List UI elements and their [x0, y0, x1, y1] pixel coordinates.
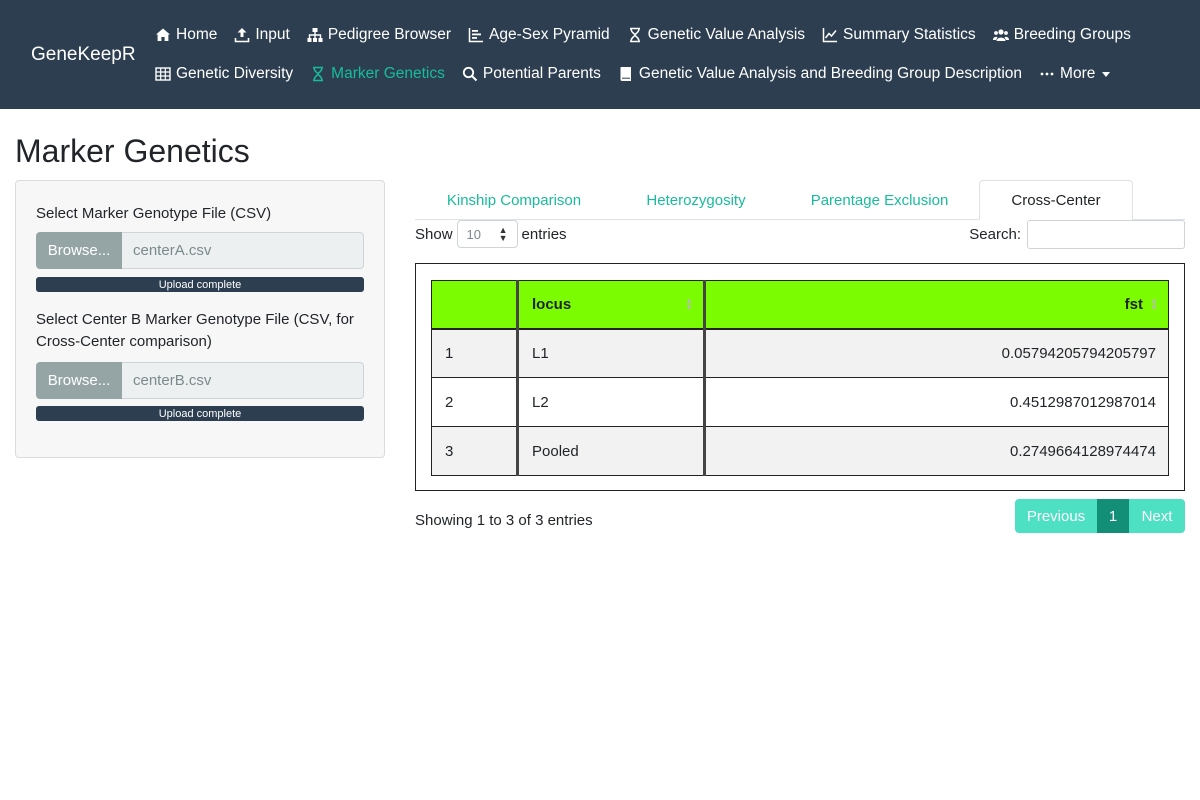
center-b-file-label-line1: Select Center B Marker Genotype File (CS…	[36, 311, 354, 328]
entries-select[interactable]: 10 ▲ ▼	[456, 220, 518, 248]
center-b-file-input[interactable]: Browse... centerB.csv	[36, 362, 364, 399]
tab-kinship-comparison[interactable]: Kinship Comparison	[415, 180, 613, 220]
page-title: Marker Genetics	[15, 133, 250, 169]
nav-summary-statistics-label: Summary Statistics	[843, 26, 976, 43]
table-container: locus ▲ ▼ fst ▲ ▼ 1 L1 0.05794205794205797…	[415, 263, 1185, 491]
sort-icon: ▲ ▼	[685, 296, 693, 312]
pagination: Previous 1 Next	[1015, 499, 1185, 533]
upload-progress-bar: Upload complete	[36, 406, 364, 421]
upload-status: Upload complete	[158, 407, 242, 420]
table-icon	[155, 66, 171, 82]
nav-breeding-groups-label: Breeding Groups	[1013, 26, 1131, 43]
navbar: GeneKeepR Home Input Pedigree Browser Ag…	[0, 0, 1200, 109]
users-icon	[992, 27, 1009, 43]
nav-potential-parents-label: Potential Parents	[482, 65, 601, 82]
browse-button[interactable]: Browse...	[36, 362, 122, 399]
nav-more-dropdown[interactable]: More	[1039, 64, 1111, 84]
tab-parentage-exclusion[interactable]: Parentage Exclusion	[787, 180, 972, 220]
sitemap-icon	[307, 27, 323, 43]
nav-marker-genetics-label: Marker Genetics	[331, 65, 445, 82]
center-b-file-name[interactable]: centerB.csv	[122, 362, 364, 399]
nav-genetic-value-analysis[interactable]: Genetic Value Analysis	[627, 25, 805, 45]
table-header-row: locus ▲ ▼ fst ▲ ▼	[431, 280, 1169, 330]
cell-index: 1	[431, 328, 518, 378]
nav-genetic-diversity-label: Genetic Diversity	[176, 65, 294, 82]
sidebar-panel: Select Marker Genotype File (CSV) Browse…	[15, 180, 385, 458]
center-b-file-label-line2: Cross-Center comparison)	[36, 333, 212, 350]
cell-fst: 0.05794205794205797	[703, 328, 1169, 378]
table-row[interactable]: 1 L1 0.05794205794205797	[431, 328, 1169, 378]
length-control: Show 10 ▲ ▼ entries	[415, 220, 567, 248]
nav-age-sex-pyramid[interactable]: Age-Sex Pyramid	[468, 25, 610, 45]
entries-select-value: 10	[466, 226, 481, 242]
tab-heterozygosity[interactable]: Heterozygosity	[613, 180, 779, 220]
nav-genetic-diversity[interactable]: Genetic Diversity	[155, 64, 293, 84]
sort-arrows-icon: ▲ ▼	[498, 225, 508, 243]
upload-icon	[234, 27, 250, 43]
cell-index: 2	[431, 377, 518, 427]
show-label: Show	[415, 225, 453, 243]
nav-input[interactable]: Input	[234, 25, 290, 45]
cell-locus: Pooled	[516, 426, 705, 476]
bar-chart-icon	[468, 27, 484, 43]
cell-fst: 0.4512987012987014	[703, 377, 1169, 427]
cell-locus: L2	[516, 377, 705, 427]
marker-file-name[interactable]: centerA.csv	[122, 232, 364, 269]
column-header-locus-label: locus	[532, 295, 572, 313]
marker-file-label: Select Marker Genotype File (CSV)	[36, 205, 272, 222]
results-table: locus ▲ ▼ fst ▲ ▼ 1 L1 0.05794205794205797…	[431, 280, 1169, 476]
chevron-down-icon	[1102, 71, 1111, 77]
nav-pedigree-browser-label: Pedigree Browser	[327, 26, 452, 43]
table-row[interactable]: 3 Pooled 0.2749664128974474	[431, 426, 1169, 476]
brand[interactable]: GeneKeepR	[31, 44, 136, 66]
nav-summary-statistics[interactable]: Summary Statistics	[822, 25, 976, 45]
previous-button[interactable]: Previous	[1015, 499, 1097, 533]
search-label: Search:	[969, 226, 1021, 243]
hourglass-icon	[627, 27, 643, 43]
nav-row-1: Home Input Pedigree Browser Age-Sex Pyra…	[155, 25, 1148, 45]
home-icon	[155, 27, 171, 43]
nav-potential-parents[interactable]: Potential Parents	[462, 64, 601, 84]
hourglass-icon	[310, 66, 326, 82]
entries-label: entries	[521, 225, 567, 243]
nav-breeding-groups[interactable]: Breeding Groups	[992, 25, 1131, 45]
tab-cross-center[interactable]: Cross-Center	[979, 180, 1133, 220]
search-control: Search:	[969, 220, 1185, 249]
nav-row-2: Genetic Diversity Marker Genetics Potent…	[155, 64, 1127, 84]
cell-index: 3	[431, 426, 518, 476]
next-button[interactable]: Next	[1129, 499, 1185, 533]
upload-status: Upload complete	[158, 278, 242, 291]
nav-more-label: More	[1060, 65, 1096, 82]
ellipsis-icon	[1039, 66, 1055, 82]
search-input[interactable]	[1027, 220, 1185, 249]
nav-home-label: Home	[176, 26, 218, 43]
page-1-button[interactable]: 1	[1097, 499, 1129, 533]
nav-home[interactable]: Home	[155, 25, 217, 45]
table-row[interactable]: 2 L2 0.4512987012987014	[431, 377, 1169, 427]
column-header-fst-label: fst	[1124, 295, 1143, 313]
nav-input-label: Input	[255, 26, 290, 43]
book-icon	[618, 66, 634, 82]
tab-bar: Kinship Comparison Heterozygosity Parent…	[415, 180, 1185, 220]
nav-gva-breeding-group-description[interactable]: Genetic Value Analysis and Breeding Grou…	[618, 64, 1022, 84]
column-header-fst[interactable]: fst ▲ ▼	[703, 280, 1169, 330]
nav-gva-breeding-group-description-label: Genetic Value Analysis and Breeding Grou…	[638, 65, 1023, 82]
nav-age-sex-pyramid-label: Age-Sex Pyramid	[489, 26, 610, 43]
nav-marker-genetics[interactable]: Marker Genetics	[310, 64, 445, 84]
table-info: Showing 1 to 3 of 3 entries	[415, 512, 593, 529]
upload-progress-bar: Upload complete	[36, 277, 364, 292]
search-icon	[462, 66, 478, 82]
nav-pedigree-browser[interactable]: Pedigree Browser	[307, 25, 451, 45]
cell-locus: L1	[516, 328, 705, 378]
marker-file-input[interactable]: Browse... centerA.csv	[36, 232, 364, 269]
center-b-file-label: Select Center B Marker Genotype File (CS…	[36, 309, 354, 353]
browse-button[interactable]: Browse...	[36, 232, 122, 269]
cell-fst: 0.2749664128974474	[703, 426, 1169, 476]
column-header-locus[interactable]: locus ▲ ▼	[516, 280, 705, 330]
sort-icon: ▲ ▼	[1150, 296, 1158, 312]
column-header-index[interactable]	[431, 280, 518, 330]
line-chart-icon	[822, 27, 838, 43]
nav-genetic-value-analysis-label: Genetic Value Analysis	[647, 26, 806, 43]
